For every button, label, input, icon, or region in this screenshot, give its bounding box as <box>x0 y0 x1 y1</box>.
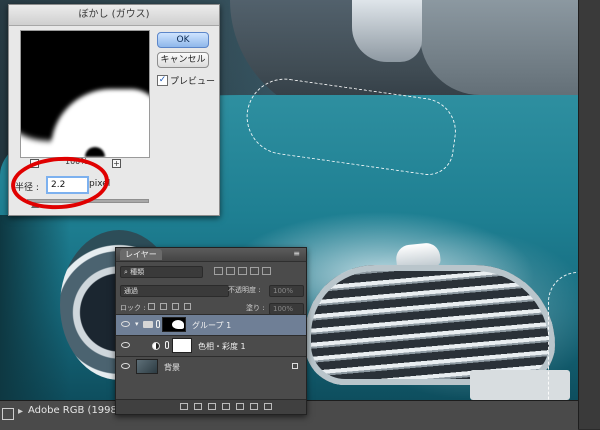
layer-row-group-1[interactable]: ▾ グループ 1 <box>116 314 306 335</box>
fill-label: 塗り : <box>246 304 265 312</box>
blur-preview[interactable] <box>20 30 150 158</box>
lock-position-icon[interactable] <box>172 303 179 310</box>
adjustment-filter-icon[interactable] <box>226 267 235 275</box>
filter-icons <box>214 266 302 276</box>
link-layers-icon[interactable] <box>180 403 188 410</box>
layer-action-icons <box>180 403 272 410</box>
new-group-icon[interactable] <box>236 403 244 410</box>
panel-menu-icon[interactable]: ≡ <box>293 249 300 258</box>
document-info-icon[interactable] <box>2 408 14 420</box>
link-chain-icon[interactable] <box>165 341 169 349</box>
right-panel-strip <box>578 0 600 429</box>
lock-icons <box>148 303 191 310</box>
layers-panel: レイヤー ≡ ⌕ 種類 通過 不透明度 : 100% ロック : 塗り : 10… <box>115 247 307 415</box>
new-adjustment-icon[interactable] <box>222 403 230 410</box>
new-layer-icon[interactable] <box>250 403 258 410</box>
layers-tabbar: レイヤー ≡ <box>116 248 306 262</box>
layers-bottom-toolbar <box>116 399 306 414</box>
layer-name: グループ 1 <box>192 321 232 330</box>
ok-button[interactable]: OK <box>157 32 209 48</box>
layer-name: 背景 <box>164 363 180 372</box>
trash-icon[interactable] <box>264 403 272 410</box>
background-thumbnail[interactable] <box>136 359 158 374</box>
lock-transparent-icon[interactable] <box>148 303 155 310</box>
visibility-eye-icon[interactable] <box>121 342 130 348</box>
layer-row-background[interactable]: 背景 <box>116 356 306 377</box>
fx-icon[interactable] <box>194 403 202 410</box>
car-grille <box>305 265 555 385</box>
lock-label: ロック : <box>120 304 146 312</box>
zoom-in-button[interactable]: + <box>112 159 121 168</box>
opacity-field[interactable]: 100% <box>269 285 304 297</box>
layer-row-hue-saturation[interactable]: 色相・彩度 1 <box>116 335 306 356</box>
status-menu-caret[interactable]: ▸ <box>18 406 23 417</box>
cancel-button[interactable]: キャンセル <box>157 52 209 68</box>
shape-filter-icon[interactable] <box>250 267 259 275</box>
layer-name: 色相・彩度 1 <box>198 342 246 351</box>
preview-checkbox[interactable]: ✓ <box>157 75 168 86</box>
lock-all-icon[interactable] <box>184 303 191 310</box>
type-filter-icon[interactable] <box>238 267 247 275</box>
adjustment-layer-icon <box>152 342 160 350</box>
preview-label[interactable]: プレビュー <box>170 74 215 87</box>
background-car-window <box>420 0 578 95</box>
smartobject-filter-icon[interactable] <box>262 267 271 275</box>
group-mask-thumbnail[interactable] <box>162 317 186 332</box>
pixel-filter-icon[interactable] <box>214 267 223 275</box>
visibility-eye-icon[interactable] <box>121 321 130 327</box>
link-chain-icon[interactable] <box>156 320 160 328</box>
blend-mode-select[interactable]: 通過 <box>120 285 229 297</box>
folder-icon <box>143 321 153 328</box>
visibility-eye-icon[interactable] <box>121 363 130 369</box>
tab-layers[interactable]: レイヤー <box>120 249 162 260</box>
dialog-title[interactable]: ぼかし (ガウス) <box>9 5 219 26</box>
lock-image-icon[interactable] <box>160 303 167 310</box>
side-mirror <box>352 0 422 62</box>
opacity-label: 不透明度 : <box>228 286 261 294</box>
add-mask-icon[interactable] <box>208 403 216 410</box>
adjustment-mask-thumbnail[interactable] <box>172 338 192 353</box>
group-expand-arrow-icon[interactable]: ▾ <box>135 320 139 328</box>
selection-marquee-edge <box>548 272 578 400</box>
layer-kind-filter[interactable]: ⌕ 種類 <box>120 266 203 278</box>
lock-icon <box>292 363 298 369</box>
